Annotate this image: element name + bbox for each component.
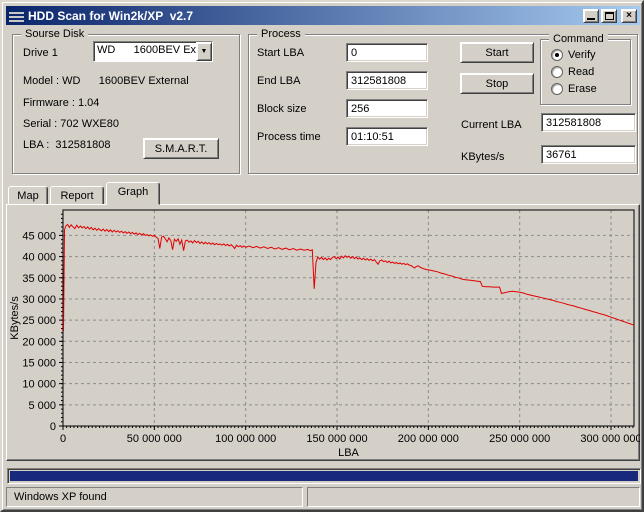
svg-text:10 000: 10 000 (22, 379, 56, 391)
svg-text:40 000: 40 000 (22, 252, 56, 264)
model-text: Model : WD 1600BEV External (23, 75, 189, 87)
svg-text:0: 0 (50, 421, 56, 433)
command-group-label: Command (549, 33, 608, 45)
svg-text:100 000 000: 100 000 000 (215, 433, 276, 445)
svg-text:20 000: 20 000 (22, 336, 56, 348)
progress-bar (7, 468, 641, 484)
source-disk-group: Sourse Disk Drive 1 WD 1600BEV Ex ▼ Mode… (12, 34, 240, 174)
title-bar: HDD Scan for Win2k/XP v2.7 × (6, 6, 640, 25)
kbytes-label: KBytes/s (461, 151, 504, 163)
tab-graph[interactable]: Graph (106, 182, 160, 205)
svg-text:35 000: 35 000 (22, 273, 56, 285)
tab-map[interactable]: Map (8, 186, 48, 205)
source-disk-group-label: Sourse Disk (21, 28, 88, 40)
minimize-icon (587, 18, 595, 20)
radio-erase[interactable]: Erase (551, 83, 597, 95)
status-secondary-panel (307, 487, 640, 507)
process-time-input[interactable] (346, 127, 428, 146)
drive-combobox-value: WD 1600BEV Ex (94, 42, 196, 61)
status-bar: Windows XP found (6, 487, 640, 507)
lba-text: LBA : 312581808 (23, 139, 110, 151)
svg-text:25 000: 25 000 (22, 315, 56, 327)
svg-text:200 000 000: 200 000 000 (398, 433, 459, 445)
status-text: Windows XP found (14, 491, 107, 503)
speed-chart: 0 50 000 000 100 000 000 150 000 000 200 000… (8, 206, 640, 460)
process-group: Process Start LBA End LBA Block size Pro… (248, 34, 638, 174)
radio-verify-icon[interactable] (551, 49, 563, 61)
drive-label: Drive 1 (23, 47, 58, 59)
svg-text:300 000 000: 300 000 000 (580, 433, 640, 445)
svg-text:250 000 000: 250 000 000 (489, 433, 550, 445)
current-lba-value (541, 113, 636, 132)
graph-tab-page: 0 50 000 000 100 000 000 150 000 000 200 000… (6, 204, 640, 461)
radio-read-icon[interactable] (551, 66, 563, 78)
block-size-input[interactable] (346, 99, 428, 118)
svg-text:50 000 000: 50 000 000 (127, 433, 182, 445)
minimize-button[interactable] (583, 9, 599, 23)
svg-text:15 000: 15 000 (22, 357, 56, 369)
maximize-button[interactable] (601, 9, 617, 23)
radio-read[interactable]: Read (551, 66, 594, 78)
serial-text: Serial : 702 WXE80 (23, 118, 119, 130)
command-group: Command Verify Read Erase (540, 39, 631, 105)
maximize-icon (605, 12, 614, 20)
radio-erase-label: Erase (568, 83, 597, 95)
end-lba-label: End LBA (257, 75, 300, 87)
close-icon: × (626, 11, 632, 21)
app-icon[interactable] (9, 10, 24, 22)
svg-text:150 000 000: 150 000 000 (306, 433, 367, 445)
svg-text:LBA: LBA (338, 447, 359, 459)
start-button[interactable]: Start (460, 42, 534, 63)
radio-read-label: Read (568, 66, 594, 78)
firmware-text: Firmware : 1.04 (23, 97, 99, 109)
process-group-label: Process (257, 28, 305, 40)
svg-text:0: 0 (60, 433, 66, 445)
radio-verify[interactable]: Verify (551, 49, 596, 61)
process-time-label: Process time (257, 131, 321, 143)
svg-text:KBytes/s: KBytes/s (9, 296, 21, 340)
start-lba-label: Start LBA (257, 47, 304, 59)
drive-combobox[interactable]: WD 1600BEV Ex ▼ (93, 41, 213, 62)
start-lba-input[interactable] (346, 43, 428, 62)
radio-erase-icon[interactable] (551, 83, 563, 95)
end-lba-input[interactable] (346, 71, 428, 90)
window-title: HDD Scan for Win2k/XP v2.7 (28, 9, 581, 23)
smart-button[interactable]: S.M.A.R.T. (143, 138, 219, 159)
stop-button[interactable]: Stop (460, 73, 534, 94)
close-button[interactable]: × (621, 9, 637, 23)
kbytes-value (541, 145, 636, 164)
current-lba-label: Current LBA (461, 119, 522, 131)
svg-text:30 000: 30 000 (22, 294, 56, 306)
radio-verify-label: Verify (568, 49, 596, 61)
chevron-down-icon[interactable]: ▼ (196, 42, 212, 61)
tab-report[interactable]: Report (50, 186, 104, 205)
status-message-panel: Windows XP found (6, 487, 303, 507)
svg-text:5 000: 5 000 (28, 400, 56, 412)
progress-fill (10, 471, 638, 481)
app-window: HDD Scan for Win2k/XP v2.7 × Sourse Disk… (0, 0, 644, 512)
svg-text:45 000: 45 000 (22, 230, 56, 242)
block-size-label: Block size (257, 103, 307, 115)
